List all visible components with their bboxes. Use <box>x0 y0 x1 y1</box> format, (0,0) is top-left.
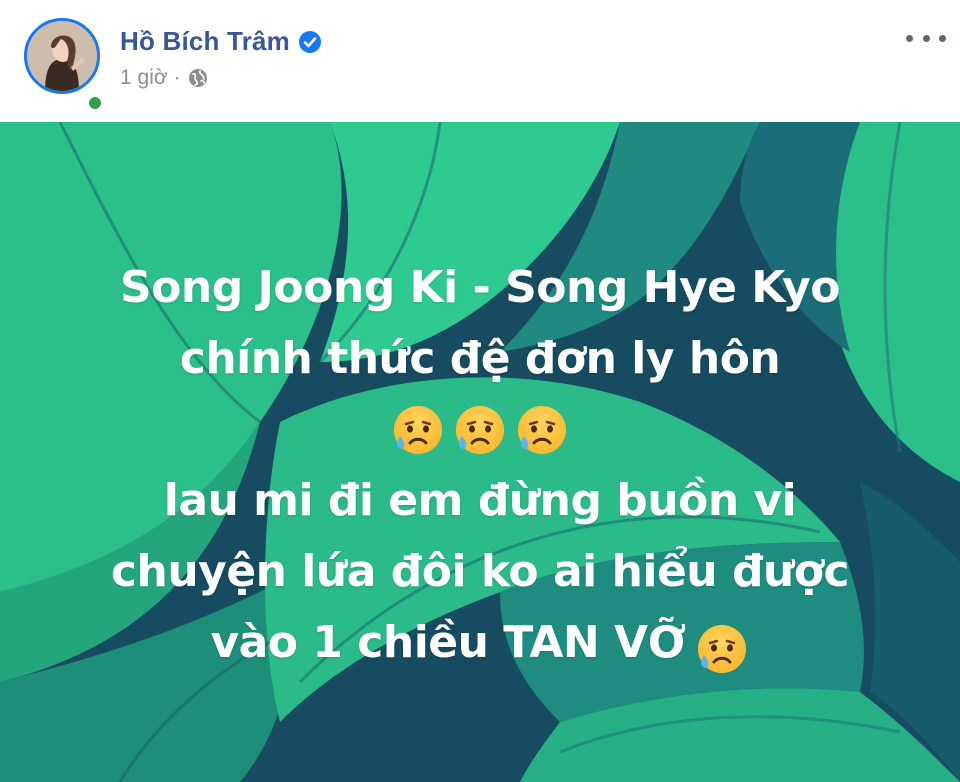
facebook-post: Hồ Bích Trâm 1 giờ · Song Joong Ki - Son… <box>0 0 960 782</box>
author-name[interactable]: Hồ Bích Trâm <box>120 26 290 57</box>
author-row: Hồ Bích Trâm <box>120 26 322 57</box>
sad-but-relieved-face-icon <box>514 402 570 458</box>
post-timestamp[interactable]: 1 giờ <box>120 66 168 90</box>
avatar-photo <box>27 21 97 91</box>
more-options-icon[interactable] <box>906 26 946 50</box>
sad-but-relieved-face-icon <box>390 402 446 458</box>
post-text-card[interactable]: Song Joong Ki - Song Hye Kyo chính thức … <box>0 122 960 782</box>
post-header: Hồ Bích Trâm 1 giờ · <box>0 0 960 122</box>
post-text-line-last: vào 1 chiều TAN VỠ <box>0 607 960 678</box>
post-text-line: chính thức đệ đơn ly hôn <box>179 333 781 384</box>
sad-but-relieved-face-icon <box>694 617 750 673</box>
post-meta: 1 giờ · <box>120 66 209 90</box>
more-dot <box>922 34 930 42</box>
online-status-indicator <box>86 94 104 112</box>
emoji-row <box>0 394 960 465</box>
post-text-line: chuyện lứa đôi ko ai hiểu được <box>110 546 850 597</box>
post-text-line-content: vào 1 chiều TAN VỠ <box>210 617 686 668</box>
verified-badge-icon <box>298 30 322 54</box>
post-text-line: Song Joong Ki - Song Hye Kyo <box>119 262 841 313</box>
avatar[interactable] <box>24 18 100 94</box>
sad-but-relieved-face-icon <box>452 402 508 458</box>
more-dot <box>906 34 913 42</box>
post-text-line: lau mi đi em đừng buồn vi <box>163 475 797 526</box>
avatar-container[interactable] <box>24 18 106 112</box>
more-dot <box>939 34 946 42</box>
meta-separator: · <box>173 66 181 89</box>
globe-icon[interactable] <box>187 67 209 89</box>
post-text: Song Joong Ki - Song Hye Kyo chính thức … <box>0 252 960 678</box>
